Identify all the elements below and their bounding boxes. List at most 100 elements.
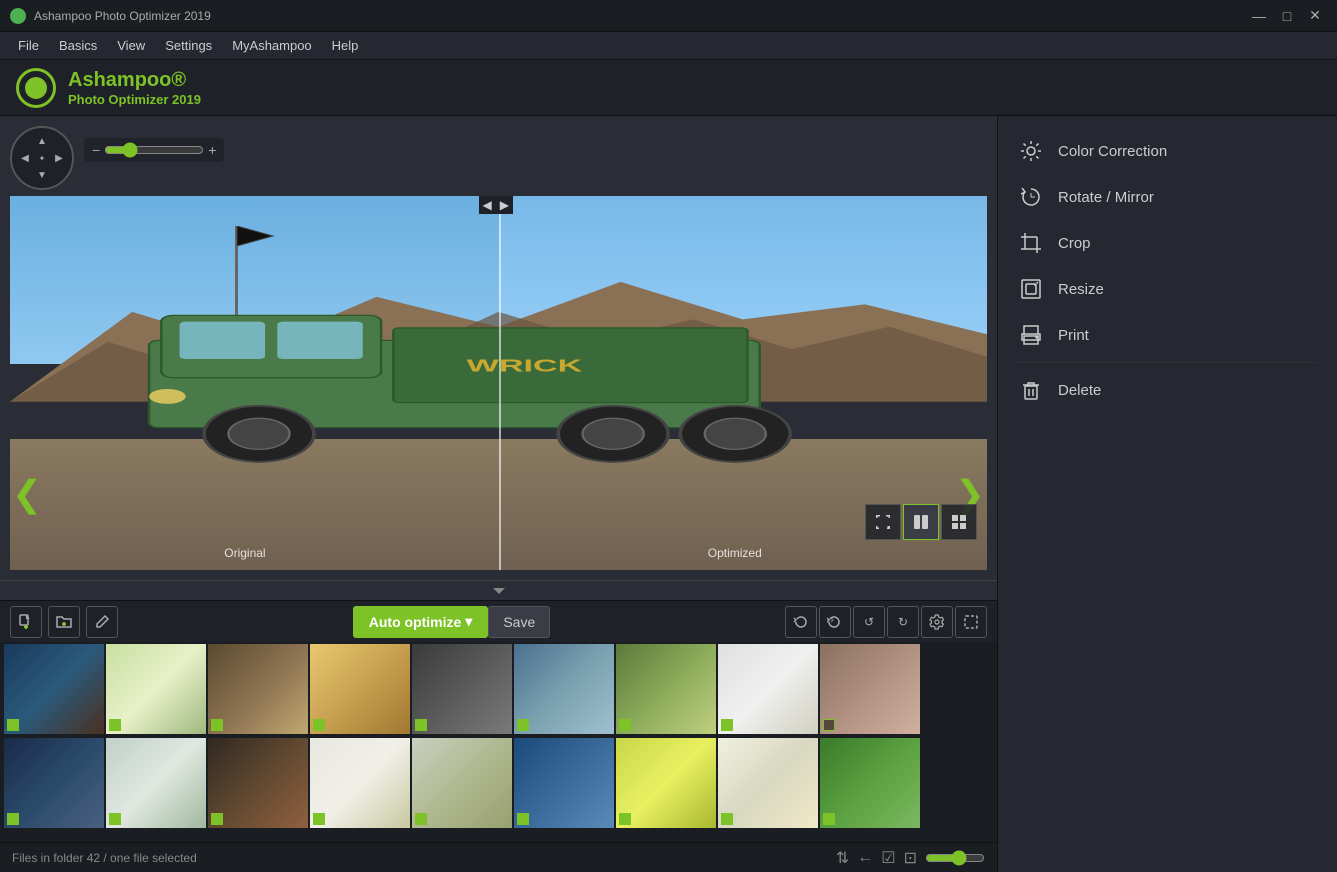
thumb-checkbox[interactable] <box>7 719 19 731</box>
menu-basics[interactable]: Basics <box>49 34 107 57</box>
grid-view-button[interactable] <box>941 504 977 540</box>
thumb-item[interactable] <box>514 738 614 828</box>
thumb-checkbox[interactable] <box>619 813 631 825</box>
undo-button[interactable] <box>785 606 817 638</box>
thumb-item[interactable] <box>4 644 104 734</box>
tool-resize[interactable]: Resize <box>998 266 1337 312</box>
thumb-checkbox[interactable] <box>7 813 19 825</box>
thumb-checkbox[interactable] <box>721 813 733 825</box>
thumb-checkbox[interactable] <box>517 719 529 731</box>
print-icon <box>1018 322 1044 348</box>
thumb-checkbox[interactable] <box>823 719 835 731</box>
list-icon[interactable]: ⊡ <box>904 848 917 868</box>
auto-optimize-group: Auto optimize ▾ Save <box>353 606 551 638</box>
menu-file[interactable]: File <box>8 34 49 57</box>
thumb-checkbox[interactable] <box>517 813 529 825</box>
thumb-checkbox[interactable] <box>109 813 121 825</box>
tool-rotate-mirror[interactable]: Rotate / Mirror <box>998 174 1337 220</box>
thumb-checkbox[interactable] <box>211 813 223 825</box>
check-icon[interactable]: ☑ <box>881 848 895 868</box>
zoom-minus[interactable]: − <box>92 142 100 158</box>
auto-optimize-button[interactable]: Auto optimize ▾ <box>353 606 489 638</box>
crop-icon <box>1018 230 1044 256</box>
crop-label: Crop <box>1058 235 1091 252</box>
thumb-checkbox[interactable] <box>313 719 325 731</box>
pan-down-button[interactable]: ▼ <box>34 167 50 183</box>
thumb-item[interactable] <box>616 738 716 828</box>
close-button[interactable]: ✕ <box>1303 4 1327 28</box>
pan-control[interactable]: ▲ ◀ ✦ ▶ ▼ <box>10 126 74 190</box>
thumb-item[interactable] <box>820 644 920 734</box>
open-folder-button[interactable] <box>48 606 80 638</box>
thumb-item[interactable] <box>718 738 818 828</box>
thumb-checkbox[interactable] <box>415 813 427 825</box>
rotate-icon <box>1018 184 1044 210</box>
thumb-item[interactable] <box>718 644 818 734</box>
zoom-slider[interactable] <box>104 142 204 158</box>
menu-view[interactable]: View <box>107 34 155 57</box>
fullscreen-button[interactable] <box>865 504 901 540</box>
thumb-item[interactable] <box>106 644 206 734</box>
select-button[interactable] <box>955 606 987 638</box>
edit-button[interactable] <box>86 606 118 638</box>
pan-up-button[interactable]: ▲ <box>34 133 50 149</box>
prev-image-button[interactable]: ❮ <box>4 465 50 523</box>
files-info: Files in folder 42 / one file selected <box>12 851 197 865</box>
tool-print[interactable]: Print <box>998 312 1337 358</box>
split-right-arrow[interactable]: ▶ <box>496 196 513 214</box>
thumb-checkbox[interactable] <box>721 719 733 731</box>
image-container: WRICK ◀ ▶ Original Optimized <box>10 196 987 570</box>
tool-crop[interactable]: Crop <box>998 220 1337 266</box>
thumb-item[interactable] <box>106 738 206 828</box>
menubar: File Basics View Settings MyAshampoo Hel… <box>0 32 1337 60</box>
save-button[interactable]: Save <box>488 606 550 638</box>
thumb-checkbox[interactable] <box>415 719 427 731</box>
menu-myashampoo[interactable]: MyAshampoo <box>222 34 321 57</box>
thumb-item[interactable] <box>4 738 104 828</box>
thumbnail-row-2 <box>0 736 997 830</box>
thumbnail-row-1 <box>0 642 997 736</box>
menu-settings[interactable]: Settings <box>155 34 222 57</box>
split-line[interactable] <box>499 196 501 570</box>
toolbar: Auto optimize ▾ Save <box>0 600 997 642</box>
thumb-checkbox[interactable] <box>313 813 325 825</box>
thumb-item[interactable] <box>208 644 308 734</box>
thumb-checkbox[interactable] <box>619 719 631 731</box>
titlebar: Ashampoo Photo Optimizer 2019 — □ ✕ <box>0 0 1337 32</box>
main-photo: WRICK ◀ ▶ Original Optimized <box>10 196 987 570</box>
split-left-arrow[interactable]: ◀ <box>479 196 496 214</box>
tool-color-correction[interactable]: Color Correction <box>998 128 1337 174</box>
thumb-item[interactable] <box>616 644 716 734</box>
thumb-checkbox[interactable] <box>823 813 835 825</box>
settings-button[interactable] <box>921 606 953 638</box>
thumb-item[interactable] <box>412 738 512 828</box>
pan-left-button[interactable]: ◀ <box>17 150 33 166</box>
thumb-checkbox[interactable] <box>211 719 223 731</box>
thumb-item[interactable] <box>310 644 410 734</box>
pan-center-button[interactable]: ✦ <box>34 150 50 166</box>
color-correction-label: Color Correction <box>1058 143 1167 160</box>
minimize-button[interactable]: — <box>1247 4 1271 28</box>
undo-all-button[interactable] <box>819 606 851 638</box>
sort-icon[interactable]: ⇅ <box>836 848 849 868</box>
thumb-item[interactable] <box>310 738 410 828</box>
maximize-button[interactable]: □ <box>1275 4 1299 28</box>
split-view-button[interactable] <box>903 504 939 540</box>
rotate-left-button[interactable]: ↺ <box>853 606 885 638</box>
thumb-item[interactable] <box>412 644 512 734</box>
thumb-item[interactable] <box>820 738 920 828</box>
expand-bar[interactable] <box>0 580 997 600</box>
thumb-size-slider[interactable] <box>925 850 985 866</box>
truck-svg: WRICK <box>88 278 821 465</box>
thumb-item[interactable] <box>208 738 308 828</box>
thumb-item[interactable] <box>514 644 614 734</box>
menu-help[interactable]: Help <box>322 34 369 57</box>
zoom-plus[interactable]: + <box>208 142 216 158</box>
pan-right-button[interactable]: ▶ <box>51 150 67 166</box>
new-file-button[interactable] <box>10 606 42 638</box>
rotate-right-button[interactable]: ↻ <box>887 606 919 638</box>
thumb-checkbox[interactable] <box>109 719 121 731</box>
back-icon[interactable]: ← <box>857 849 873 867</box>
tool-divider <box>1018 362 1317 363</box>
tool-delete[interactable]: Delete <box>998 367 1337 413</box>
